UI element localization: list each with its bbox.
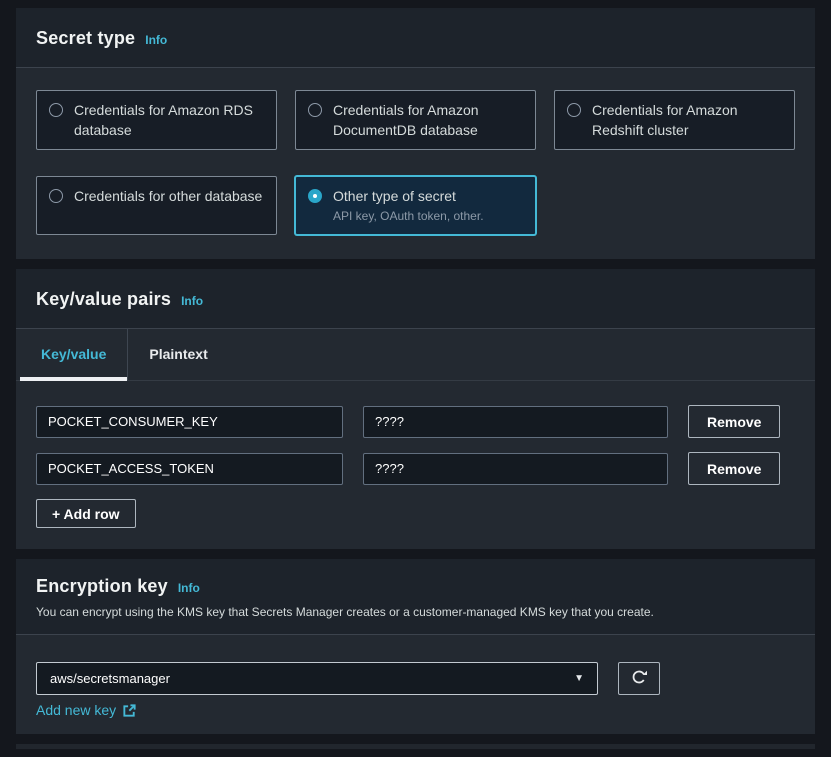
radio-checked-icon[interactable] bbox=[308, 189, 322, 203]
refresh-icon bbox=[630, 668, 648, 689]
chevron-down-icon: ▼ bbox=[574, 673, 584, 684]
encryption-key-title: Encryption key bbox=[36, 576, 168, 597]
kms-key-select[interactable]: aws/secretsmanager ▼ bbox=[36, 662, 598, 695]
secret-type-title: Secret type bbox=[36, 28, 135, 49]
option-label: Credentials for Amazon DocumentDB databa… bbox=[333, 100, 523, 140]
key-value-pairs-section: Key/value pairs Info Key/value Plaintext… bbox=[16, 269, 815, 549]
secret-type-info-link[interactable]: Info bbox=[145, 33, 167, 47]
key-value-title: Key/value pairs bbox=[36, 289, 171, 310]
refresh-keys-button[interactable] bbox=[618, 662, 660, 695]
radio-icon[interactable] bbox=[308, 103, 322, 117]
encryption-key-info-link[interactable]: Info bbox=[178, 581, 200, 595]
option-description: API key, OAuth token, other. bbox=[333, 208, 484, 225]
option-label: Credentials for Amazon Redshift cluster bbox=[592, 100, 782, 140]
secret-type-options: Credentials for Amazon RDS database Cred… bbox=[36, 90, 795, 235]
create-secret-page: Secret type Info Credentials for Amazon … bbox=[0, 0, 831, 749]
key-value-info-link[interactable]: Info bbox=[181, 294, 203, 308]
remove-row-button[interactable]: Remove bbox=[688, 452, 780, 485]
option-label: Other type of secret API key, OAuth toke… bbox=[333, 186, 484, 225]
encryption-key-description: You can encrypt using the KMS key that S… bbox=[36, 605, 795, 620]
key-value-tabs: Key/value Plaintext bbox=[16, 329, 815, 381]
encryption-key-body: aws/secretsmanager ▼ Add new key bbox=[16, 635, 815, 734]
radio-icon[interactable] bbox=[567, 103, 581, 117]
kv-row: Remove bbox=[36, 452, 795, 485]
option-redshift[interactable]: Credentials for Amazon Redshift cluster bbox=[554, 90, 795, 150]
option-documentdb[interactable]: Credentials for Amazon DocumentDB databa… bbox=[295, 90, 536, 150]
add-row-button[interactable]: + Add row bbox=[36, 499, 136, 528]
option-other-secret-selected[interactable]: Other type of secret API key, OAuth toke… bbox=[295, 176, 536, 235]
key-value-body: Remove Remove + Add row bbox=[16, 381, 815, 549]
secret-type-header: Secret type Info bbox=[16, 8, 815, 68]
kv-row: Remove bbox=[36, 405, 795, 438]
secret-type-body: Credentials for Amazon RDS database Cred… bbox=[16, 68, 815, 259]
option-label: Credentials for other database bbox=[74, 186, 262, 206]
key-input[interactable] bbox=[36, 453, 343, 485]
kms-key-selected-value: aws/secretsmanager bbox=[50, 671, 170, 686]
option-label: Credentials for Amazon RDS database bbox=[74, 100, 264, 140]
option-rds[interactable]: Credentials for Amazon RDS database bbox=[36, 90, 277, 150]
radio-icon[interactable] bbox=[49, 103, 63, 117]
encryption-key-section: Encryption key Info You can encrypt usin… bbox=[16, 559, 815, 734]
secret-type-section: Secret type Info Credentials for Amazon … bbox=[16, 8, 815, 259]
encryption-key-header: Encryption key Info You can encrypt usin… bbox=[16, 559, 815, 635]
key-value-header: Key/value pairs Info bbox=[16, 269, 815, 329]
remove-row-button[interactable]: Remove bbox=[688, 405, 780, 438]
radio-icon[interactable] bbox=[49, 189, 63, 203]
option-title: Other type of secret bbox=[333, 188, 456, 204]
external-link-icon bbox=[122, 703, 137, 718]
add-new-key-link[interactable]: Add new key bbox=[36, 702, 116, 718]
value-input[interactable] bbox=[363, 453, 668, 485]
value-input[interactable] bbox=[363, 406, 668, 438]
tab-plaintext[interactable]: Plaintext bbox=[127, 329, 228, 380]
option-other-database[interactable]: Credentials for other database bbox=[36, 176, 277, 235]
next-section-edge bbox=[16, 744, 815, 749]
key-input[interactable] bbox=[36, 406, 343, 438]
tab-key-value[interactable]: Key/value bbox=[20, 329, 127, 380]
